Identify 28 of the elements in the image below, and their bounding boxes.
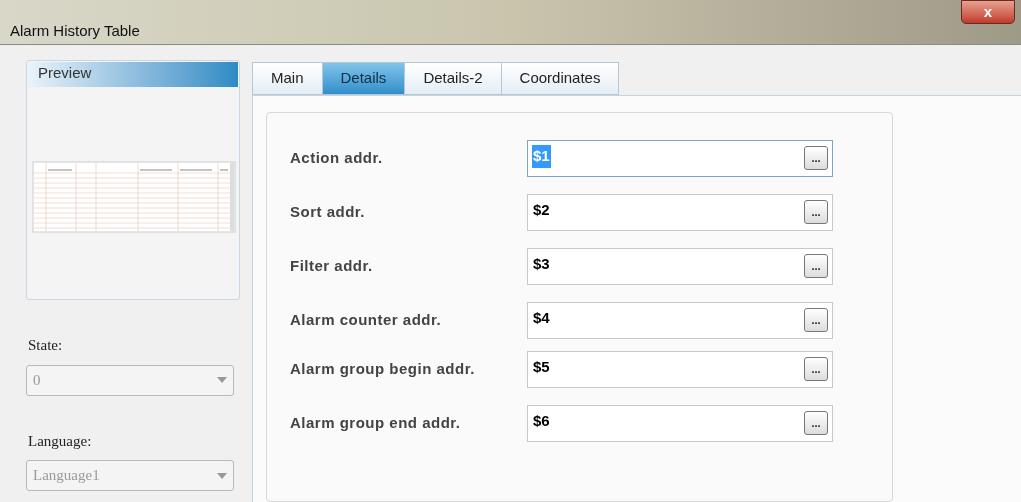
dropdown-arrow-icon (217, 472, 227, 479)
field-label: Language: (28, 431, 93, 451)
tab[interactable]: Main (252, 62, 323, 95)
browse-button[interactable]: ... (804, 200, 828, 224)
dropdown-arrow-icon (217, 377, 227, 383)
window-title: Alarm History Table (10, 21, 140, 41)
input-field[interactable]: $4 ... (527, 302, 833, 339)
field-label: Alarm group end addr. (289, 413, 462, 434)
tab[interactable]: Details-2 (404, 62, 502, 95)
tab[interactable]: Details (321, 62, 406, 95)
browse-button[interactable]: ... (804, 411, 828, 435)
input-field[interactable]: $1 ... (527, 140, 833, 177)
input-field[interactable]: $2 ... (527, 194, 833, 231)
field-label: Action addr. (289, 148, 384, 169)
input-field[interactable]: $3 ... (527, 248, 833, 285)
browse-button[interactable]: ... (804, 254, 828, 278)
field-label: Alarm counter addr. (289, 310, 443, 331)
tab[interactable]: Coordinates (500, 62, 620, 95)
browse-button[interactable]: ... (804, 308, 828, 332)
input-field[interactable]: $6 ... (527, 405, 833, 442)
field-label: Sort addr. (289, 202, 366, 223)
field-label: Filter addr. (289, 256, 374, 277)
field-label: State: (28, 336, 64, 355)
browse-button[interactable]: ... (804, 357, 828, 381)
field-label: Alarm group begin addr. (289, 359, 476, 380)
panel-header: Preview (28, 62, 238, 87)
input-field[interactable]: $5 ... (527, 351, 833, 388)
browse-button[interactable]: ... (804, 146, 828, 170)
